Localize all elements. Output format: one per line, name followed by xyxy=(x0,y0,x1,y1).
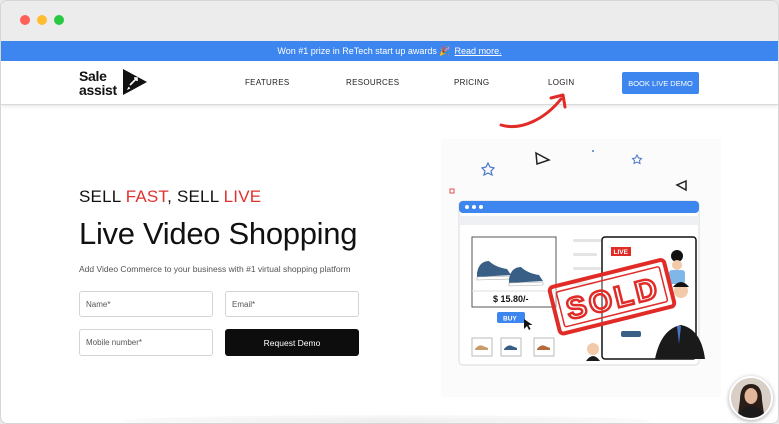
read-more-link[interactable]: Read more. xyxy=(455,46,502,56)
tagline-part-1: SELL xyxy=(79,187,126,206)
tagline-live: LIVE xyxy=(223,187,262,206)
logo-play-rocket-icon xyxy=(123,69,147,95)
logo-line-1: Sale xyxy=(79,68,107,84)
hero-description: Add Video Commerce to your business with… xyxy=(79,264,351,274)
live-badge: LIVE xyxy=(614,249,629,256)
close-window-icon[interactable] xyxy=(20,15,30,25)
announcement-text: Won #1 prize in ReTech start up awards 🎉 xyxy=(277,45,451,56)
nav-pricing[interactable]: PRICING xyxy=(454,78,489,87)
logo-line-2: assist xyxy=(79,82,117,98)
agent-photo-icon xyxy=(731,378,771,418)
live-shopping-illustration: $ 15.80/- BUY LIVE SOLD xyxy=(449,150,705,366)
browser-window: Won #1 prize in ReTech start up awards 🎉… xyxy=(1,1,778,423)
hero-title: Live Video Shopping xyxy=(79,216,358,251)
product-price: $ 15.80/- xyxy=(493,294,529,304)
browser-titlebar xyxy=(1,1,778,41)
hero-illustration: $ 15.80/- BUY LIVE SOLD xyxy=(441,139,721,397)
buy-label: BUY xyxy=(503,316,517,323)
saleassist-logo[interactable]: Sale assist xyxy=(79,67,159,101)
live-agent-avatar[interactable] xyxy=(729,376,773,420)
minimize-window-icon[interactable] xyxy=(37,15,47,25)
login-pointer-arrow-icon xyxy=(499,93,567,128)
tagline-fast: FAST xyxy=(125,187,168,206)
site-navbar: Sale assist FEATURES RESOURCES PRICING L… xyxy=(1,61,778,105)
name-field[interactable] xyxy=(79,291,213,317)
nav-login[interactable]: LOGIN xyxy=(548,78,574,87)
mobile-number-field[interactable] xyxy=(79,329,213,356)
nav-resources[interactable]: RESOURCES xyxy=(346,78,399,87)
announcement-bar: Won #1 prize in ReTech start up awards 🎉… xyxy=(1,41,778,61)
section-divider-shadow xyxy=(121,415,651,423)
hero-tagline: SELL FAST, SELL LIVE xyxy=(79,187,261,207)
tagline-part-2: , SELL xyxy=(167,187,224,206)
nav-features[interactable]: FEATURES xyxy=(245,78,289,87)
request-demo-button[interactable]: Request Demo xyxy=(225,329,359,356)
email-field[interactable] xyxy=(225,291,359,317)
book-live-demo-button[interactable]: BOOK LIVE DEMO xyxy=(622,72,699,94)
maximize-window-icon[interactable] xyxy=(54,15,64,25)
